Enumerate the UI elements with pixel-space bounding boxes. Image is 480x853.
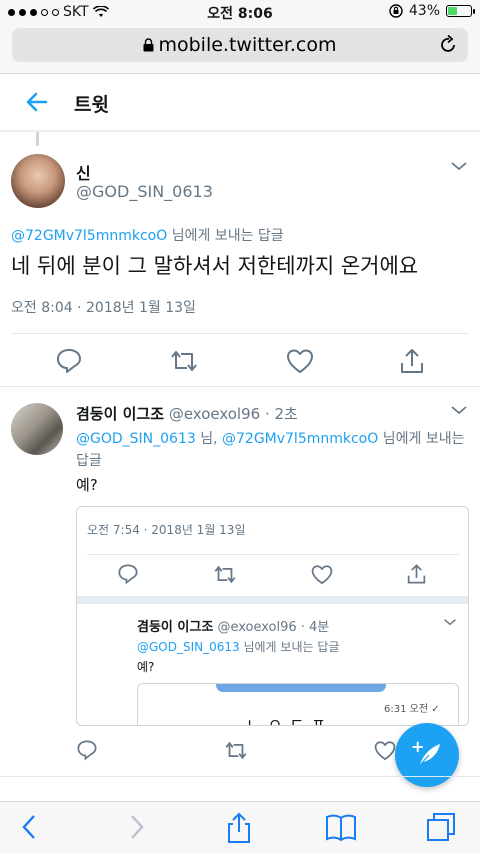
reply-label: 님에게 보내는 답글	[239, 640, 340, 654]
chevron-down-icon[interactable]	[450, 160, 468, 172]
browser-bottom-bar	[0, 801, 480, 853]
tweet-text: 예?	[76, 476, 98, 494]
separator	[0, 386, 480, 387]
tweet-age: · 4분	[300, 620, 330, 635]
tweet-text: 네 뒤에 분이 그 말하셔서 저한테까지 온거에요	[11, 254, 419, 278]
retweet-icon[interactable]	[223, 740, 249, 761]
tweet-actions	[55, 345, 425, 377]
bookmarks-icon[interactable]	[325, 812, 357, 842]
like-heart-icon[interactable]	[286, 348, 314, 374]
quoted-tweet-card[interactable]: 오전 7:54 · 2018년 1월 13일 겸둥이 이그조 @exoexol9…	[76, 506, 469, 726]
rotation-lock-icon	[389, 4, 403, 18]
divider	[11, 333, 469, 334]
mention-link: @GOD_SIN_0613	[137, 640, 240, 654]
reply-context: @72GMv7l5mnmkcoO 님에게 보내는 답글	[11, 225, 284, 245]
tweet-text: 예?	[137, 660, 155, 674]
share-icon[interactable]	[225, 812, 253, 844]
quoted-actions	[117, 561, 427, 587]
reply-context: @GOD_SIN_0613 님, @72GMv7l5mnmkcoO 님에게 보내…	[76, 428, 471, 472]
author-handle[interactable]: @GOD_SIN_0613	[76, 182, 213, 201]
reply-context: @GOD_SIN_0613 님에게 보내는 답글	[137, 638, 339, 655]
reply-icon	[118, 564, 138, 585]
author-handle[interactable]: @exoexol96	[169, 405, 260, 423]
retweet-icon[interactable]	[168, 348, 200, 374]
avatar[interactable]	[11, 403, 63, 455]
battery-icon	[446, 5, 475, 17]
reply-label: 님에게 보내는 답글	[167, 228, 284, 244]
url-text[interactable]: mobile.twitter.com	[12, 34, 468, 56]
chevron-down-icon	[444, 619, 456, 626]
back-arrow-icon[interactable]	[24, 89, 50, 115]
status-bar: SKT 오전 8:06 43%	[0, 0, 480, 24]
author-name[interactable]: 겸둥이 이그조	[76, 405, 164, 423]
like-heart-icon	[311, 564, 333, 584]
battery-percent: 43%	[408, 3, 440, 19]
forward-chevron-icon[interactable]	[126, 812, 146, 842]
lock-icon	[143, 38, 154, 52]
tweet-timestamp[interactable]: 오전 8:04 · 2018년 1월 13일	[11, 297, 196, 317]
mention-link[interactable]: @GOD_SIN_0613	[76, 431, 196, 447]
thread-line	[36, 132, 39, 146]
retweet-icon	[214, 565, 236, 583]
tweet-image: 6:31 오전 ✓ ㄴㅇㄷㅍ	[137, 683, 459, 726]
page-title: 트윗	[74, 94, 109, 116]
separator	[0, 776, 480, 777]
chevron-down-icon[interactable]	[450, 404, 468, 416]
avatar[interactable]	[11, 154, 65, 208]
author-name[interactable]: 신	[76, 160, 91, 184]
feather-quill-icon	[418, 744, 440, 767]
share-icon[interactable]	[399, 347, 425, 375]
back-chevron-icon[interactable]	[20, 812, 40, 842]
quoted-timestamp: 오전 7:54 · 2018년 1월 13일	[87, 523, 246, 537]
image-text: ㄴㅇㄷㅍ	[246, 715, 333, 726]
reload-icon[interactable]	[440, 34, 458, 54]
mention-link[interactable]: @72GMv7l5mnmkcoO	[222, 431, 378, 447]
compose-tweet-button[interactable]: +	[395, 723, 459, 787]
mention-link[interactable]: @72GMv7l5mnmkcoO	[11, 228, 167, 244]
author-name: 겸둥이 이그조	[137, 620, 214, 635]
card-divider-band	[77, 596, 468, 604]
image-timestamp: 6:31 오전 ✓	[384, 704, 440, 715]
reply-icon[interactable]	[55, 347, 83, 375]
reply-label-separator: 님,	[195, 431, 222, 447]
share-icon	[407, 564, 426, 584]
tweet-actions	[76, 737, 396, 763]
like-heart-icon[interactable]	[374, 740, 396, 761]
divider	[87, 554, 459, 555]
quoted-author-line: 겸둥이 이그조 @exoexol96 · 4분	[137, 616, 329, 635]
url-label: mobile.twitter.com	[158, 34, 337, 56]
status-right: 43%	[389, 3, 475, 19]
chat-bubble	[216, 684, 386, 692]
browser-toolbar: mobile.twitter.com	[0, 24, 480, 74]
reply-author-line: 겸둥이 이그조 @exoexol96 · 2초	[76, 403, 298, 424]
author-handle: @exoexol96	[217, 620, 297, 635]
url-bar[interactable]: mobile.twitter.com	[12, 28, 468, 62]
reply-icon[interactable]	[76, 739, 98, 761]
tabs-icon[interactable]	[425, 812, 457, 842]
page-header: 트윗	[0, 75, 480, 131]
tweet-age: · 2초	[264, 405, 298, 423]
